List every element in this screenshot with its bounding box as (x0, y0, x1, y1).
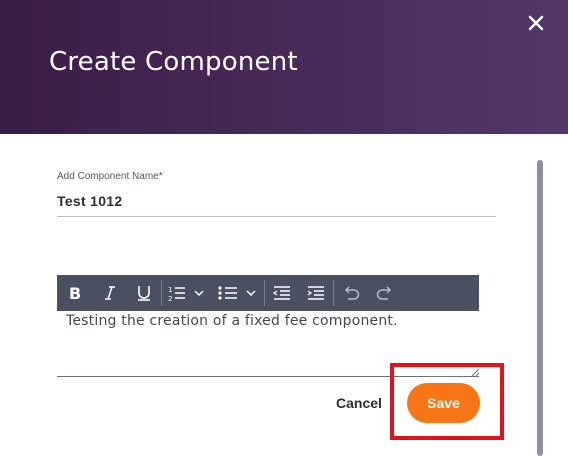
rich-text-toolbar: B 1 2 (57, 275, 479, 311)
bold-icon: B (69, 285, 81, 301)
component-name-label: Add Component Name* (57, 171, 163, 182)
outdent-button[interactable] (265, 275, 299, 311)
vertical-scrollbar[interactable] (537, 160, 543, 456)
underline-button[interactable] (127, 275, 161, 311)
underline-icon (138, 286, 150, 301)
outdent-icon (272, 286, 290, 300)
save-highlight-box (390, 363, 504, 440)
bullet-list-icon (218, 286, 256, 300)
indent-icon (307, 286, 324, 300)
component-name-input[interactable] (57, 186, 496, 217)
ordered-list-button[interactable]: 1 2 (162, 275, 212, 311)
svg-text:1: 1 (168, 286, 172, 294)
italic-icon (105, 286, 115, 300)
dialog-title: Create Component (49, 47, 298, 77)
ordered-list-icon: 1 2 (168, 286, 204, 302)
undo-icon (344, 286, 360, 300)
svg-text:2: 2 (168, 295, 172, 302)
redo-button[interactable] (368, 275, 402, 311)
svg-text:B: B (69, 285, 81, 301)
indent-button[interactable] (299, 275, 333, 311)
close-button[interactable] (524, 11, 548, 35)
bullet-list-button[interactable] (212, 275, 264, 311)
redo-icon (376, 286, 392, 300)
dialog-header: Create Component (0, 0, 568, 134)
cancel-button[interactable]: Cancel (336, 395, 382, 411)
description-editor[interactable]: Testing the creation of a fixed fee comp… (66, 313, 476, 329)
italic-button[interactable] (93, 275, 127, 311)
close-icon (528, 15, 544, 31)
undo-button[interactable] (334, 275, 368, 311)
bold-button[interactable]: B (57, 275, 93, 311)
